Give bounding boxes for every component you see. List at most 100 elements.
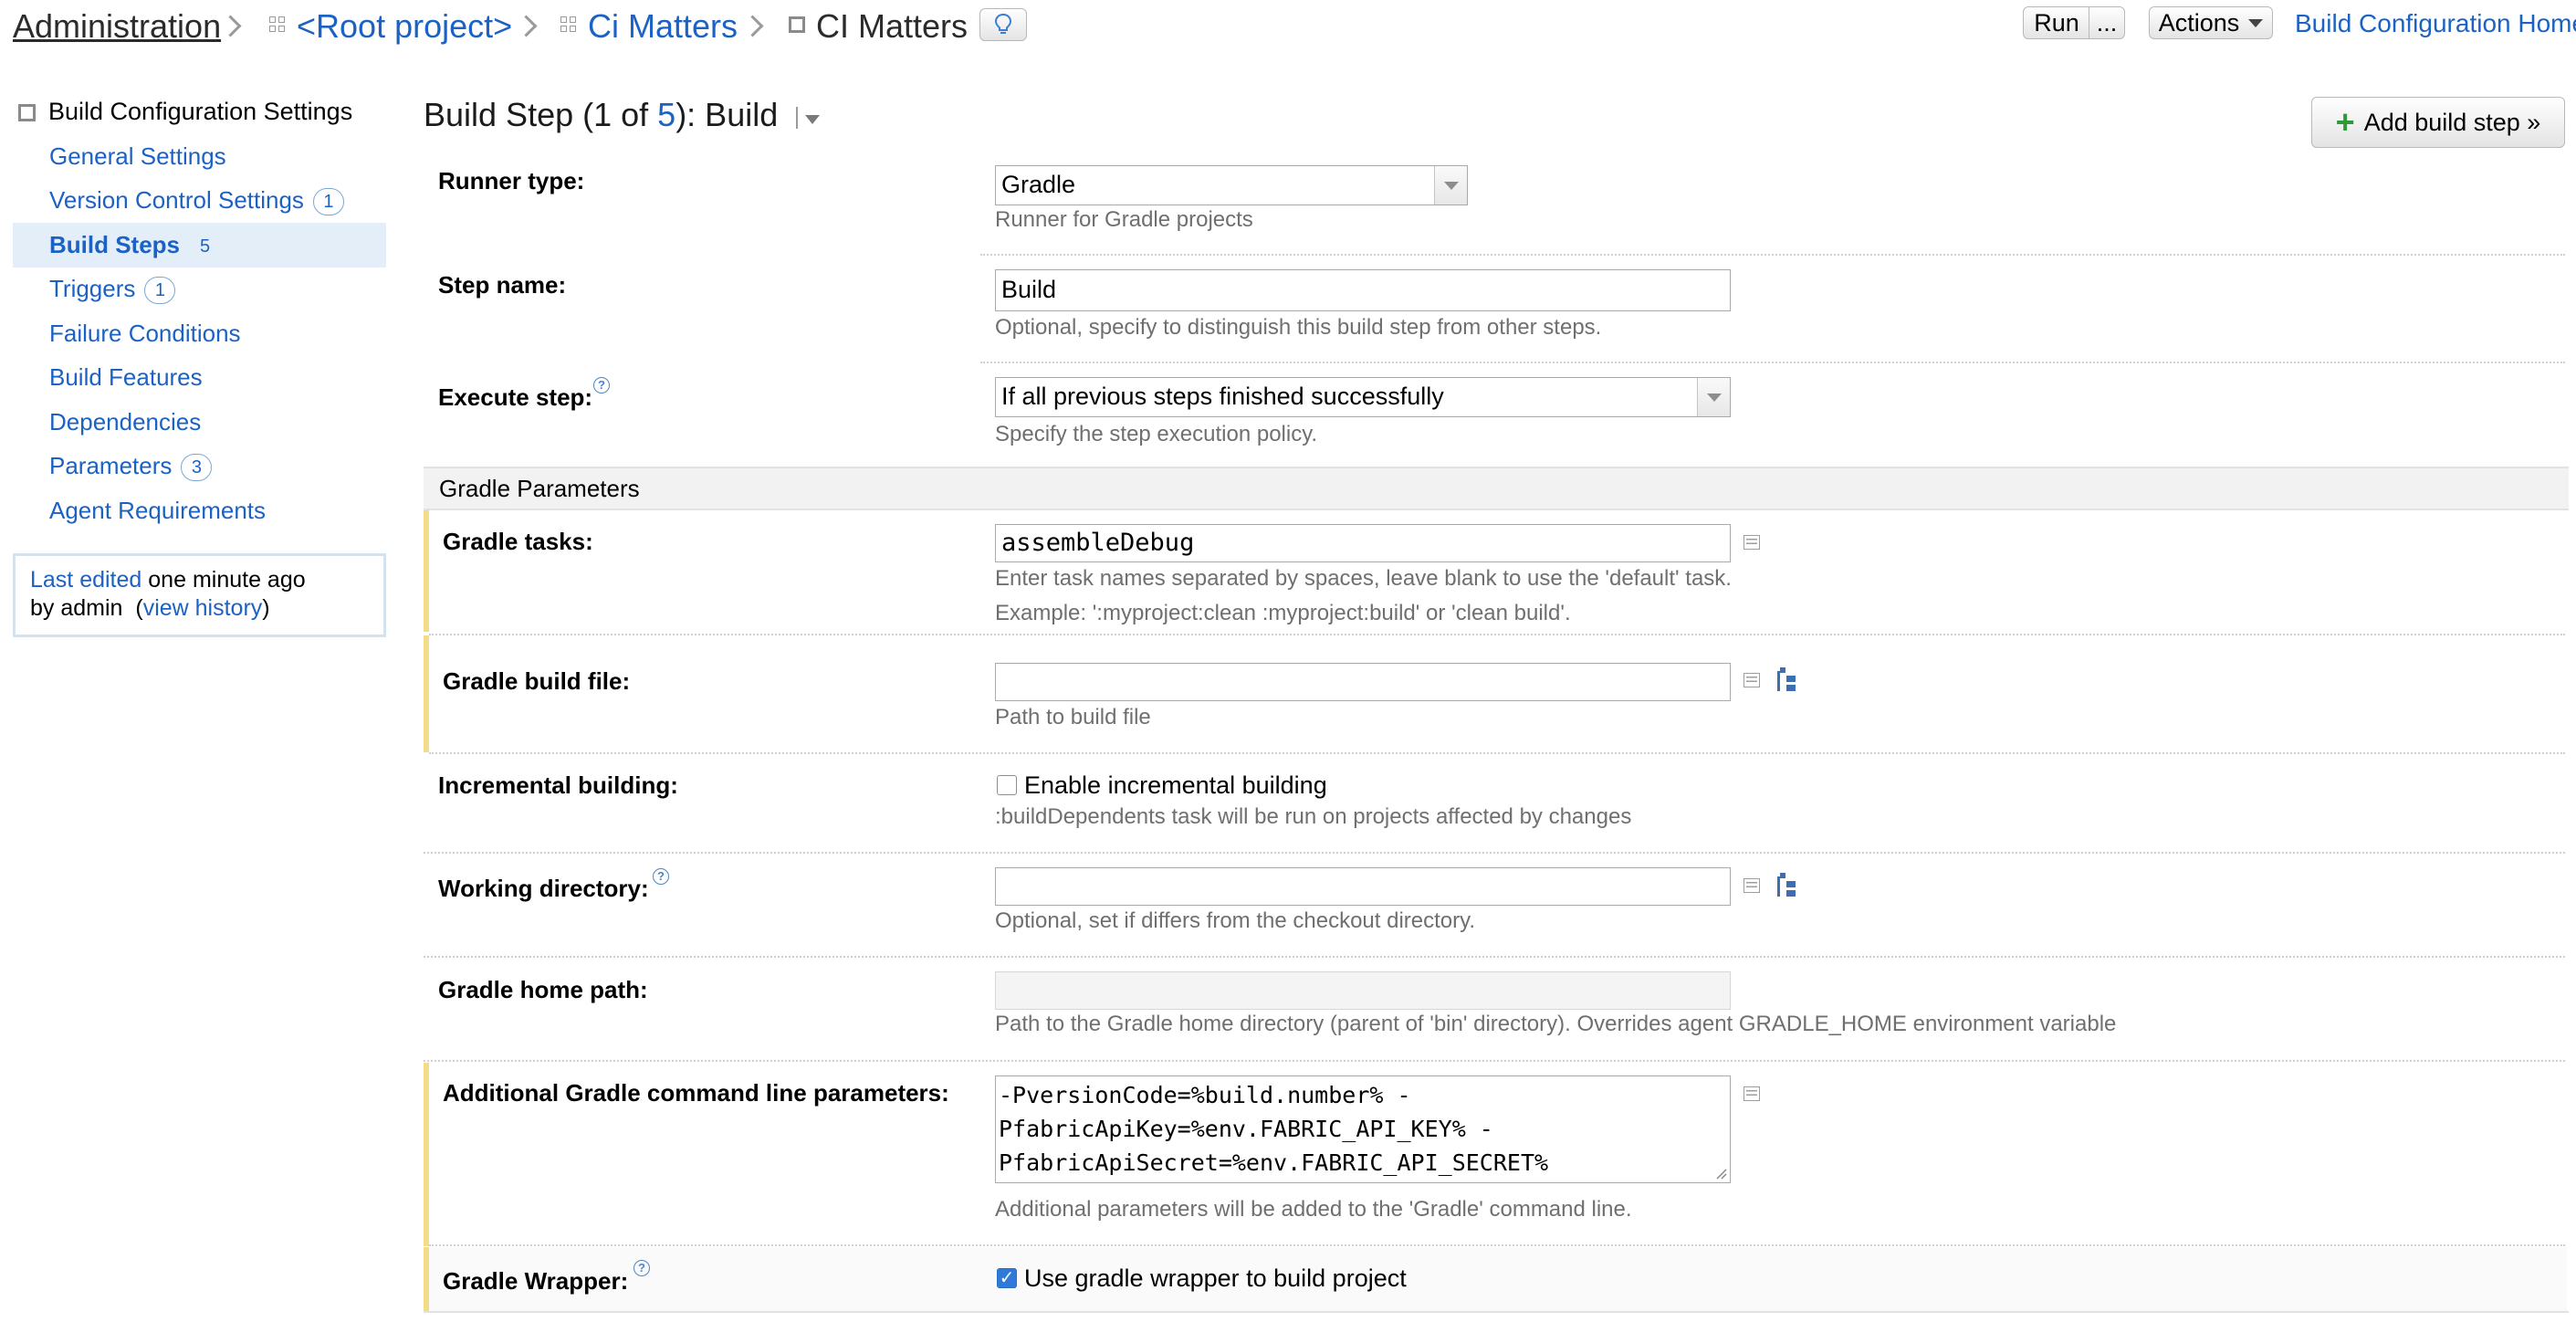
sidebar-item-agent-requirements[interactable]: Agent Requirements <box>49 492 266 529</box>
count-badge: 1 <box>312 188 344 216</box>
working-directory-hint: Optional, set if differs from the checko… <box>995 908 1476 933</box>
file-tree-icon[interactable] <box>1774 667 1799 693</box>
last-edited-time: one minute ago <box>148 567 306 593</box>
chevron-down-icon <box>2248 18 2264 27</box>
settings-square-icon <box>18 104 36 121</box>
divider <box>424 956 2565 958</box>
count-badge: 1 <box>144 277 176 305</box>
breadcrumb-root-project[interactable]: <Root project> <box>297 4 512 49</box>
chevron-down-icon <box>1434 166 1467 205</box>
command-line-params-label: Additional Gradle command line parameter… <box>443 1079 949 1107</box>
breadcrumb-administration[interactable]: Administration <box>13 4 221 49</box>
working-directory-input[interactable] <box>995 867 1731 906</box>
sidebar-item-label: Triggers <box>49 275 136 302</box>
divider <box>980 254 2565 256</box>
highlight-bar <box>424 1063 429 1246</box>
lightbulb-icon <box>994 13 1012 34</box>
sidebar-item-build-features[interactable]: Build Features <box>49 359 203 395</box>
execute-step-select[interactable]: If all previous steps finished successfu… <box>995 377 1731 417</box>
list-icon[interactable] <box>1744 878 1760 893</box>
step-name-input[interactable]: Build <box>995 269 1731 311</box>
gradle-wrapper-checkbox[interactable]: ✓ <box>997 1268 1017 1288</box>
divider <box>424 1060 2565 1062</box>
build-config-home-link[interactable]: Build Configuration Home <box>2295 7 2576 40</box>
execute-step-hint: Specify the step execution policy. <box>995 422 1318 446</box>
chevron-down-icon <box>1697 378 1730 416</box>
run-button[interactable]: Run <box>2023 6 2090 39</box>
gradle-tasks-label: Gradle tasks: <box>443 528 593 555</box>
textarea-line: -PversionCode=%build.number% - <box>999 1082 1411 1108</box>
page-title: Build Step (1 of 5): Build <box>424 93 778 137</box>
textarea-line: PfabricApiKey=%env.FABRIC_API_KEY% - <box>999 1116 1493 1142</box>
gradle-home-path-input[interactable] <box>995 971 1731 1010</box>
runner-type-value: Gradle <box>1001 171 1076 198</box>
incremental-building-checkbox[interactable] <box>997 775 1017 795</box>
runner-type-select[interactable]: Gradle <box>995 165 1468 205</box>
gradle-build-file-label: Gradle build file: <box>443 667 631 695</box>
list-icon[interactable] <box>1744 535 1760 550</box>
sidebar-item-failure-conditions[interactable]: Failure Conditions <box>49 315 241 351</box>
divider <box>429 752 2565 754</box>
sidebar-item-parameters[interactable]: Parameters 3 <box>49 447 213 484</box>
help-icon[interactable]: ? <box>653 868 669 885</box>
incremental-building-checkbox-label[interactable]: Enable incremental building <box>1024 770 1327 801</box>
execute-step-label: Execute step: <box>438 383 593 411</box>
last-edited-link[interactable]: Last edited <box>30 567 141 593</box>
project-grid-icon <box>269 16 286 33</box>
sidebar-item-general-settings[interactable]: General Settings <box>49 138 226 174</box>
add-build-step-button[interactable]: + Add build step » <box>2311 97 2565 148</box>
list-icon[interactable] <box>1744 1086 1760 1101</box>
sidebar-item-dependencies[interactable]: Dependencies <box>49 404 201 440</box>
chevron-right-icon <box>515 15 538 37</box>
breadcrumb-project[interactable]: Ci Matters <box>588 4 738 49</box>
sidebar-item-triggers[interactable]: Triggers 1 <box>49 270 176 307</box>
run-options-button[interactable]: ... <box>2089 6 2125 39</box>
step-name-label: Step name: <box>438 271 567 299</box>
sidebar-item-label: Dependencies <box>49 408 202 435</box>
add-build-step-label: Add build step » <box>2363 108 2541 136</box>
command-line-params-textarea[interactable]: -PversionCode=%build.number% - PfabricAp… <box>995 1075 1731 1183</box>
step-menu-chevron-icon[interactable] <box>805 115 820 124</box>
file-tree-icon[interactable] <box>1774 873 1799 898</box>
divider <box>796 107 798 129</box>
help-icon[interactable]: ? <box>634 1260 650 1276</box>
gradle-build-file-input[interactable] <box>995 663 1731 701</box>
actions-label: Actions <box>2158 8 2240 37</box>
gradle-build-file-hint: Path to build file <box>995 705 1151 729</box>
gradle-tasks-input[interactable]: assembleDebug <box>995 524 1731 562</box>
divider <box>424 1311 2569 1313</box>
sidebar-item-label: Build Steps <box>49 231 181 258</box>
divider <box>429 634 2565 635</box>
count-badge: 3 <box>181 454 213 482</box>
gradle-tasks-example: Example: ':myproject:clean :myproject:bu… <box>995 601 1571 625</box>
edited-by: by admin <box>30 595 123 621</box>
paren: ( <box>135 595 143 621</box>
step-count-link[interactable]: 5 <box>657 96 675 133</box>
sidebar-item-build-steps[interactable]: Build Steps 5 <box>49 226 210 265</box>
title-prefix: Build Step (1 of <box>424 96 658 133</box>
actions-dropdown[interactable]: Actions <box>2149 6 2273 39</box>
gradle-home-path-hint: Path to the Gradle home directory (paren… <box>995 1012 2117 1036</box>
project-grid-icon <box>560 16 577 33</box>
view-history-link[interactable]: view history <box>143 595 263 621</box>
runner-type-label: Runner type: <box>438 167 585 194</box>
sidebar-item-label: Agent Requirements <box>49 497 267 524</box>
sidebar-section-title: Build Configuration Settings <box>48 98 353 125</box>
chevron-right-icon <box>741 15 764 37</box>
step-name-hint: Optional, specify to distinguish this bu… <box>995 315 1602 340</box>
last-edited-box: Last edited one minute ago by admin (vie… <box>13 553 386 637</box>
resize-handle-icon[interactable] <box>1716 1169 1727 1180</box>
plus-icon: + <box>2335 103 2355 141</box>
divider <box>980 362 2565 363</box>
runner-type-hint: Runner for Gradle projects <box>995 207 1253 232</box>
help-icon[interactable]: ? <box>593 377 610 393</box>
incremental-building-hint: :buildDependents task will be run on pro… <box>995 804 1632 829</box>
sidebar-item-label: Failure Conditions <box>49 320 241 347</box>
sidebar-item-version-control[interactable]: Version Control Settings 1 <box>49 182 344 218</box>
hint-lightbulb-button[interactable] <box>979 8 1027 41</box>
incremental-building-label: Incremental building: <box>438 771 678 799</box>
section-header <box>424 467 2569 510</box>
working-directory-label: Working directory: <box>438 875 649 902</box>
list-icon[interactable] <box>1744 673 1760 687</box>
gradle-wrapper-checkbox-label[interactable]: Use gradle wrapper to build project <box>1024 1263 1407 1294</box>
